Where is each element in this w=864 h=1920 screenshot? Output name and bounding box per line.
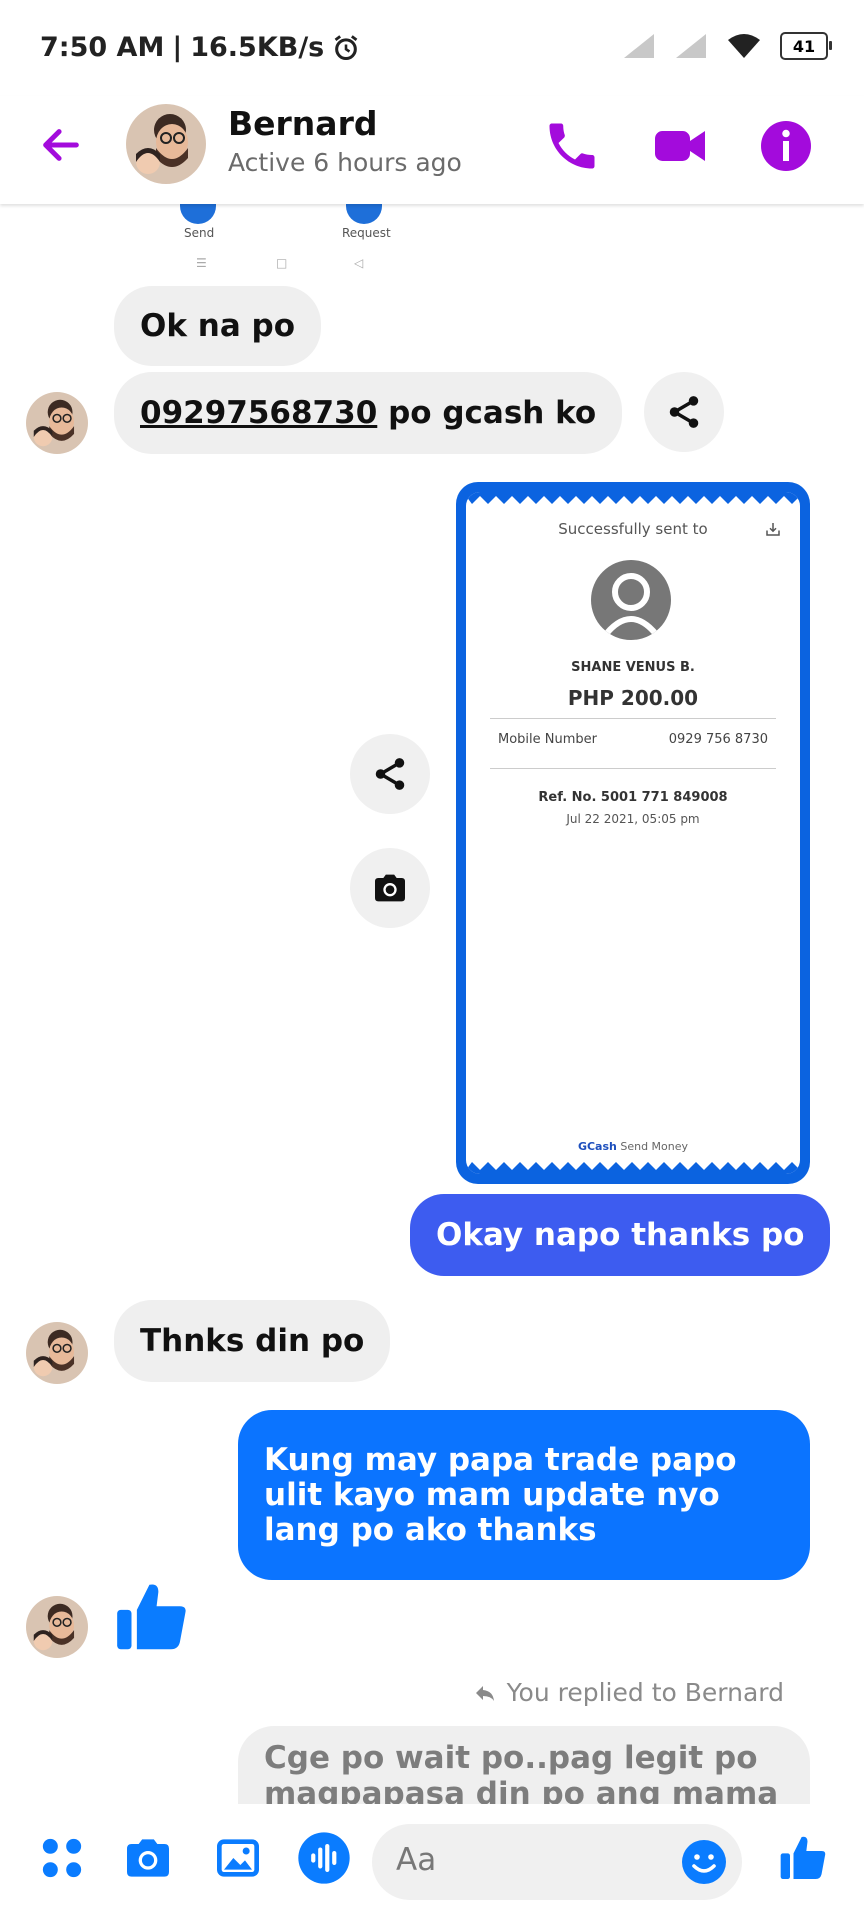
- receipt-amount: PHP 200.00: [567, 686, 699, 710]
- receipt-recipient: SHANE VENUS B.: [571, 660, 695, 675]
- receipt-mobile-value: 0929 756 8730: [668, 732, 768, 747]
- remnant-send-label: Send: [184, 226, 215, 240]
- apps-icon[interactable]: [34, 1830, 90, 1886]
- shared-image-remnant: Send Request ☰ □ ◁: [0, 204, 864, 274]
- chat-header: Bernard Active 6 hours ago: [0, 96, 864, 204]
- avatar[interactable]: [26, 1596, 88, 1658]
- message-text: Thnks din po: [140, 1323, 365, 1359]
- download-icon: [766, 523, 780, 536]
- phone-icon[interactable]: [542, 116, 602, 176]
- receipt-zigzag-bottom: [466, 1162, 800, 1174]
- emoji-icon[interactable]: [680, 1838, 728, 1886]
- wifi-icon: [728, 34, 760, 58]
- composer-bar: Aa: [0, 1804, 864, 1920]
- voice-message-icon[interactable]: [296, 1830, 352, 1886]
- remnant-request-label: Request: [342, 226, 391, 240]
- back-arrow-icon[interactable]: [38, 122, 84, 168]
- info-icon[interactable]: [756, 116, 816, 176]
- video-call-icon[interactable]: [650, 116, 710, 176]
- gallery-icon[interactable]: [210, 1830, 266, 1886]
- message-text: po gcash ko: [377, 395, 597, 431]
- recipient-avatar-icon: [591, 560, 671, 640]
- camera-icon[interactable]: [120, 1830, 176, 1886]
- avatar-image: [26, 392, 88, 454]
- receipt-mobile-label: Mobile Number: [498, 732, 597, 747]
- status-time: 7:50 AM: [40, 32, 165, 63]
- home-square-icon: □: [276, 256, 288, 270]
- thumbs-up-send-icon[interactable]: [776, 1830, 832, 1886]
- message-outgoing[interactable]: Kung may papa trade papo ulit kayo mam u…: [238, 1410, 810, 1580]
- message-input[interactable]: Aa: [372, 1824, 742, 1900]
- divider: [490, 718, 776, 719]
- receipt-image[interactable]: Successfully sent to SHANE VENUS B. PHP …: [456, 482, 810, 1184]
- reply-arrow-icon: [475, 1685, 494, 1701]
- signal-icon: [624, 34, 654, 58]
- share-button[interactable]: [644, 372, 724, 452]
- message-input-placeholder: Aa: [396, 1842, 437, 1878]
- share-icon: [375, 758, 405, 790]
- battery-icon: 41: [780, 32, 832, 60]
- receipt-footer: GCash Send Money: [466, 1140, 800, 1153]
- receipt-date: Jul 22 2021, 05:05 pm: [566, 812, 700, 826]
- battery-level: 41: [792, 36, 816, 56]
- message-text: Ok na po: [140, 308, 296, 344]
- receipt-title: Successfully sent to: [558, 520, 708, 538]
- status-bar: 7:50 AM | 16.5KB/s 41: [0, 0, 864, 96]
- status-net-speed: 16.5KB/s: [190, 32, 325, 63]
- save-photo-button[interactable]: [350, 848, 430, 928]
- avatar-image: [26, 1322, 88, 1384]
- send-icon: [180, 204, 216, 224]
- message-text: Kung may papa trade papo ulit kayo mam u…: [264, 1441, 737, 1548]
- contact-name[interactable]: Bernard: [228, 104, 377, 143]
- menu-icon: ☰: [196, 256, 207, 270]
- receipt-ref: Ref. No. 5001 771 849008: [538, 790, 728, 805]
- divider: [490, 768, 776, 769]
- thumbs-up-icon[interactable]: [110, 1574, 196, 1660]
- phone-number-link[interactable]: 09297568730: [140, 395, 377, 431]
- signal-icon-2: [676, 34, 706, 58]
- contact-status: Active 6 hours ago: [228, 148, 462, 177]
- avatar-image: [126, 104, 206, 184]
- reply-indicator: You replied to Bernard: [471, 1678, 784, 1707]
- avatar[interactable]: [26, 392, 88, 454]
- reply-label-text: You replied to Bernard: [506, 1678, 784, 1707]
- alarm-icon: [334, 34, 358, 60]
- back-triangle-icon: ◁: [354, 256, 364, 270]
- message-outgoing[interactable]: Okay napo thanks po: [410, 1194, 831, 1276]
- status-left: 7:50 AM | 16.5KB/s: [40, 32, 360, 63]
- message-text: Okay napo thanks po: [436, 1217, 805, 1253]
- status-right: 41: [622, 32, 832, 60]
- status-separator: |: [172, 32, 183, 63]
- share-button[interactable]: [350, 734, 430, 814]
- message-incoming[interactable]: Thnks din po: [114, 1300, 391, 1382]
- avatar[interactable]: [26, 1322, 88, 1384]
- gcash-brand: GCash: [577, 1140, 617, 1153]
- avatar-image: [26, 1596, 88, 1658]
- message-incoming[interactable]: Ok na po: [114, 286, 322, 366]
- receipt-footer-text: Send Money: [616, 1140, 689, 1153]
- share-icon: [669, 396, 699, 428]
- message-incoming[interactable]: 09297568730 po gcash ko: [114, 372, 623, 454]
- request-icon: [346, 204, 382, 224]
- avatar[interactable]: [126, 104, 206, 184]
- receipt-card: Successfully sent to SHANE VENUS B. PHP …: [466, 492, 800, 1174]
- receipt-zigzag-top: [466, 492, 800, 504]
- camera-icon: [375, 874, 405, 902]
